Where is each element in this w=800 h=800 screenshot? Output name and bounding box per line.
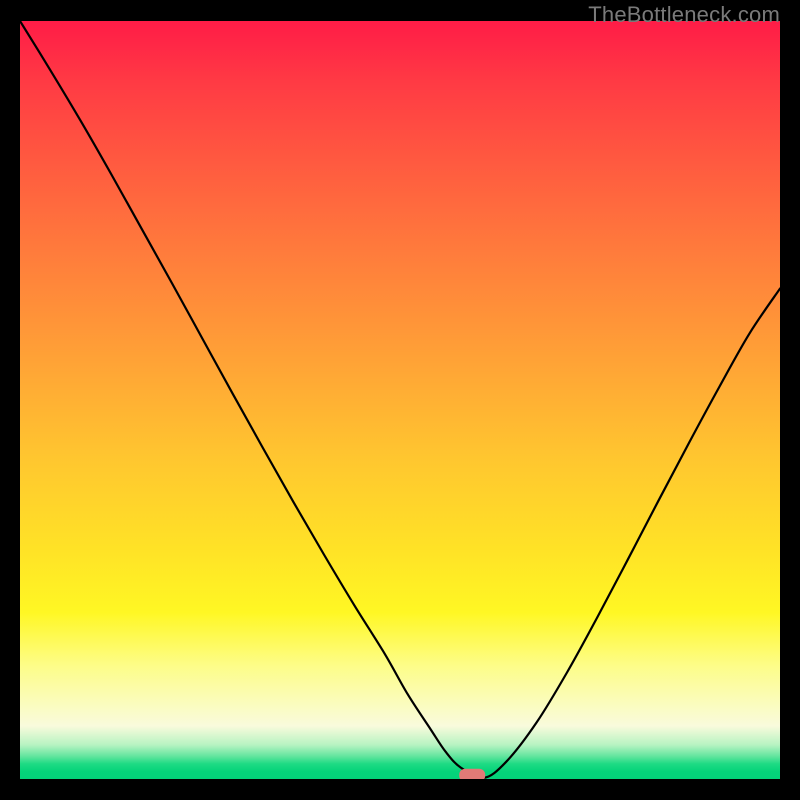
watermark-text: TheBottleneck.com: [588, 2, 780, 28]
bottleneck-curve: [20, 21, 780, 778]
minimum-marker: [459, 769, 485, 779]
chart-frame: TheBottleneck.com: [0, 0, 800, 800]
curve-layer: [20, 21, 780, 779]
plot-area: [20, 21, 780, 779]
